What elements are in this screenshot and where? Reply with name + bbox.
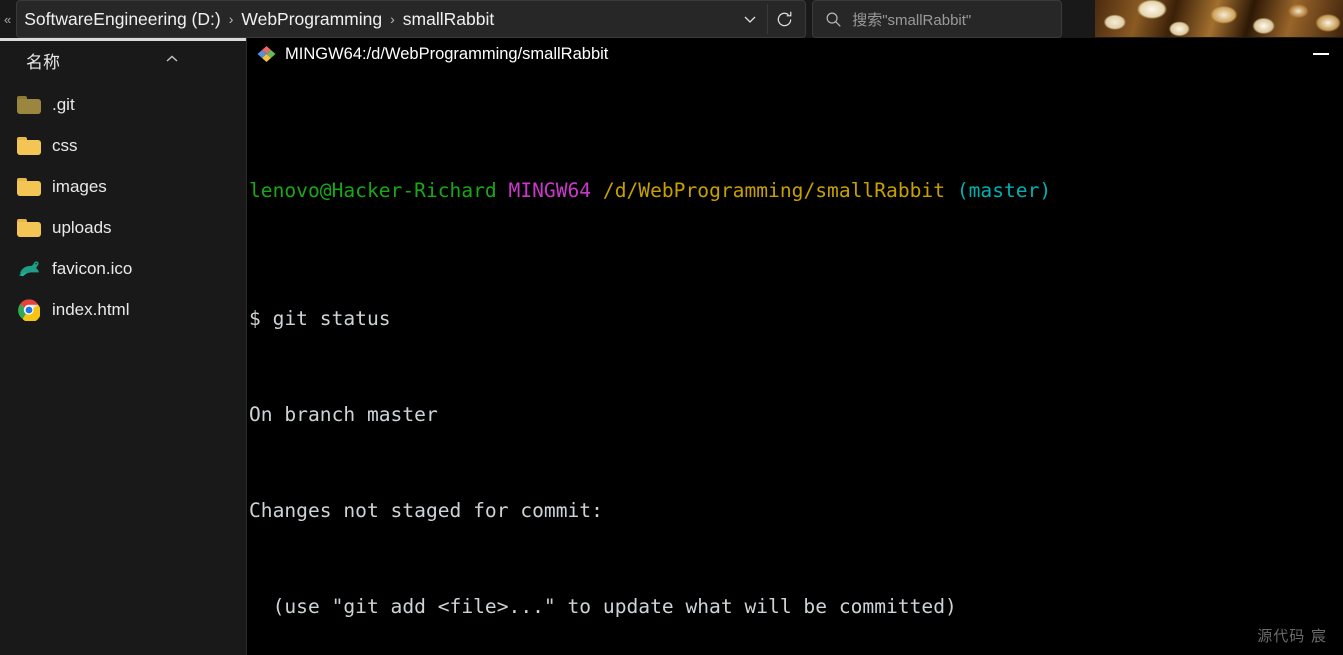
terminal-title: MINGW64:/d/WebProgramming/smallRabbit [285,45,609,63]
file-list-pane: 名称 .git css images uploads favicon.ico i… [0,38,246,655]
column-header-name[interactable]: 名称 [26,48,60,73]
list-item[interactable]: images [0,166,246,207]
watermark-text: 源代码 宸 [1257,627,1327,645]
search-placeholder: 搜索"smallRabbit" [852,11,972,29]
chevron-down-icon[interactable] [735,4,765,34]
list-item[interactable]: .git [0,84,246,125]
folder-icon [16,133,42,159]
address-bar: « SoftwareEngineering (D:) › WebProgramm… [0,0,1343,38]
terminal-output-line: (use "git add <file>..." to update what … [249,595,957,618]
double-chevron-left-icon[interactable]: « [0,13,16,26]
git-bash-window: MINGW64:/d/WebProgramming/smallRabbit le… [247,38,1343,655]
terminal-prompt-line: lenovo@Hacker-Richard MINGW64 /d/WebProg… [249,175,1343,207]
search-input[interactable]: 搜索"smallRabbit" [812,0,1063,38]
prompt-path: /d/WebProgramming/smallRabbit [602,179,946,202]
folder-icon [16,174,42,200]
breadcrumb-item-0[interactable]: SoftwareEngineering (D:) [19,7,225,32]
git-bash-icon [257,45,276,64]
chevron-up-icon [165,51,179,62]
prompt-user-host: lenovo@Hacker-Richard [249,179,497,202]
folder-icon [16,215,42,241]
list-item-label: index.html [52,299,130,319]
terminal-output[interactable]: lenovo@Hacker-Richard MINGW64 /d/WebProg… [247,71,1343,655]
breadcrumb-item-2[interactable]: smallRabbit [398,7,499,32]
list-item-label: favicon.ico [52,258,133,278]
breadcrumb-separator: › [390,11,395,27]
minimize-button[interactable] [1313,53,1329,55]
folder-hidden-icon [16,92,42,118]
breadcrumb-separator: › [228,11,234,27]
breadcrumb-item-1[interactable]: WebProgramming [236,7,387,32]
list-item-label: images [52,176,107,196]
list-item-label: .git [52,94,75,114]
preview-thumbnail-image [1095,0,1343,37]
list-item[interactable]: uploads [0,207,246,248]
terminal-output-line: Changes not staged for commit: [249,499,603,522]
list-item[interactable]: index.html [0,289,246,330]
chrome-icon [16,297,42,323]
list-item[interactable]: css [0,125,246,166]
prompt-branch: (master) [956,179,1052,202]
list-item-label: uploads [52,217,112,237]
search-icon [825,11,842,28]
terminal-output-line: On branch master [249,403,438,426]
screen: « SoftwareEngineering (D:) › WebProgramm… [0,0,1343,655]
terminal-titlebar[interactable]: MINGW64:/d/WebProgramming/smallRabbit [247,38,1343,71]
rabbit-favicon-icon [16,256,42,282]
list-item[interactable]: favicon.ico [0,248,246,289]
prompt-shell: MINGW64 [508,179,592,202]
breadcrumb[interactable]: SoftwareEngineering (D:) › WebProgrammin… [16,0,807,38]
file-list: .git css images uploads favicon.ico inde… [0,84,246,330]
refresh-icon[interactable] [767,4,801,34]
column-header-row: 名称 [0,41,246,79]
list-item-label: css [52,135,78,155]
terminal-command-line: $ git status [249,307,391,330]
